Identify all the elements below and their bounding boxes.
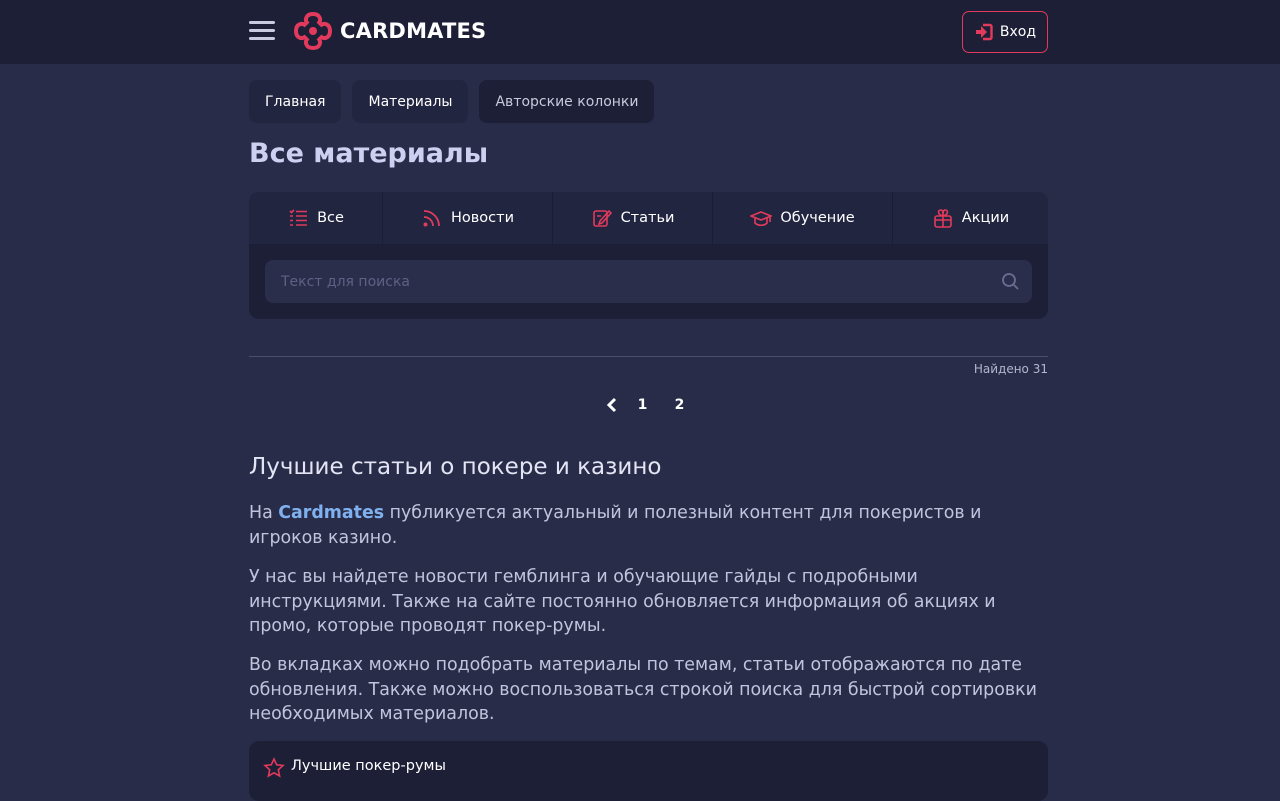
filter-panel: Все Новости Статьи Обучение Акции Текст …: [249, 192, 1048, 319]
tab-education-label: Обучение: [780, 210, 855, 226]
top-poker-rooms-label: Лучшие покер-румы: [291, 758, 446, 774]
top-poker-rooms-card[interactable]: Лучшие покер-румы: [249, 741, 1048, 801]
logo-text: CARDMATES: [340, 19, 487, 43]
tab-all-label: Все: [317, 210, 344, 226]
search-icon[interactable]: [1001, 272, 1020, 291]
prev-page-button[interactable]: [600, 393, 624, 417]
tab-articles-label: Статьи: [620, 210, 675, 226]
menu-icon[interactable]: [249, 21, 275, 43]
tab-promotions[interactable]: Акции: [893, 192, 1048, 244]
chevron-left-icon: [606, 397, 617, 413]
page-title: Все материалы: [249, 138, 489, 169]
list-icon: [289, 209, 308, 226]
login-button[interactable]: Вход: [962, 11, 1048, 53]
sign-in-icon: [975, 23, 993, 41]
site-logo[interactable]: CARDMATES: [292, 10, 486, 52]
page-1[interactable]: 1: [624, 397, 661, 413]
section-title: Лучшие статьи о покере и казино: [249, 454, 662, 480]
logo-icon: [294, 12, 332, 50]
page-2[interactable]: 2: [661, 397, 698, 413]
tab-news-label: Новости: [450, 210, 515, 226]
breadcrumb: Главная Материалы Авторские колонки: [249, 80, 655, 123]
tab-news[interactable]: Новости: [383, 192, 553, 244]
cardmates-link[interactable]: Cardmates: [278, 503, 384, 523]
breadcrumb-item-author-columns[interactable]: Авторские колонки: [479, 80, 655, 123]
breadcrumb-item-materials[interactable]: Материалы: [352, 80, 469, 123]
login-label: Вход: [999, 24, 1037, 40]
intro-paragraph-1: На Cardmates публикуется актуальный и по…: [249, 501, 1049, 550]
tab-articles[interactable]: Статьи: [553, 192, 713, 244]
breadcrumb-item-home[interactable]: Главная: [249, 80, 342, 123]
star-icon: [263, 757, 285, 778]
rss-icon: [423, 210, 440, 227]
intro-paragraph-3: Во вкладках можно подобрать материалы по…: [249, 655, 1037, 724]
gift-icon: [933, 209, 952, 228]
tab-all[interactable]: Все: [249, 192, 383, 244]
intro-paragraph-2: У нас вы найдете новости гемблинга и обу…: [249, 567, 996, 636]
results-count: Найдено 31: [973, 362, 1048, 376]
tab-education[interactable]: Обучение: [713, 192, 893, 244]
tab-promotions-label: Акции: [961, 210, 1010, 226]
pagination: 1 2: [600, 393, 698, 417]
search-box: [265, 260, 1032, 303]
results-divider: [249, 356, 1048, 357]
category-tabs: Все Новости Статьи Обучение Акции: [249, 192, 1048, 244]
p1-prefix: На: [249, 503, 279, 523]
search-input[interactable]: [265, 260, 985, 303]
edit-article-icon: [592, 209, 612, 227]
graduation-cap-icon: [750, 211, 773, 227]
top-header: CARDMATES Вход: [0, 0, 1280, 64]
